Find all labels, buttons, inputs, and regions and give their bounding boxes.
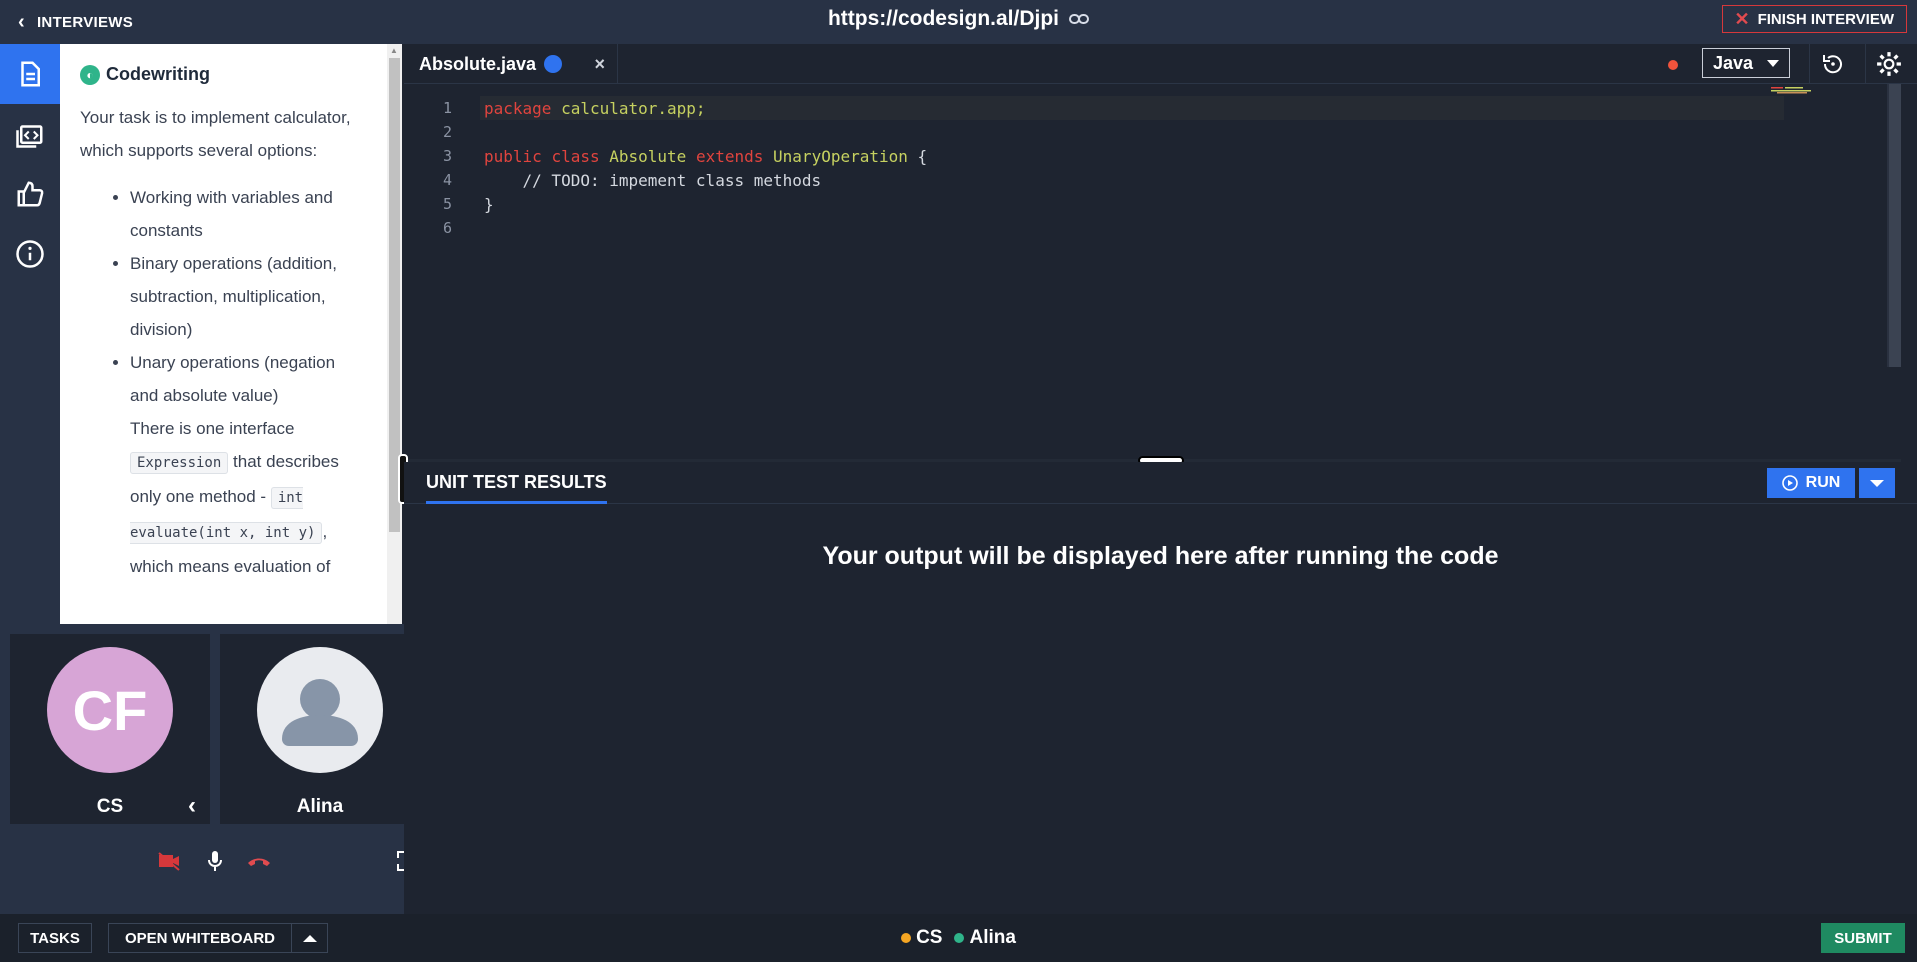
rail-item-feedback[interactable] xyxy=(0,164,60,224)
finish-label: FINISH INTERVIEW xyxy=(1757,10,1894,28)
status-dot xyxy=(901,933,912,943)
task-interface-paragraph: There is one interface Expression that d… xyxy=(130,412,367,583)
camera-off-button[interactable] xyxy=(154,846,184,876)
presence-item: Alina xyxy=(954,927,1016,949)
submit-button[interactable]: SUBMIT xyxy=(1821,923,1905,953)
code-line: 2 xyxy=(404,120,1901,144)
results-body: Your output will be displayed here after… xyxy=(404,504,1917,914)
tab-label: Absolute.java xyxy=(419,53,537,74)
para-text: There is one interface xyxy=(130,419,295,438)
rail-item-info[interactable] xyxy=(0,224,60,284)
chevron-down-icon xyxy=(1870,479,1884,487)
scroll-up-icon[interactable]: ▲ xyxy=(390,46,398,55)
task-title: ◐ Codewriting xyxy=(80,64,367,85)
line-number: 2 xyxy=(442,123,452,141)
rail-item-task[interactable] xyxy=(0,44,60,104)
chevron-down-icon xyxy=(1767,59,1779,67)
camera-off-icon xyxy=(158,852,180,871)
tab-absolute-java[interactable]: Absolute.java × xyxy=(404,44,618,84)
participant-name: Alina xyxy=(296,796,344,817)
hang-up-button[interactable] xyxy=(244,846,274,876)
list-item: Working with variables and constants xyxy=(130,181,367,247)
code-minimap[interactable] xyxy=(1771,86,1851,94)
task-intro: Your task is to implement calculator, wh… xyxy=(80,108,351,160)
history-icon xyxy=(1822,55,1842,74)
hang-up-icon xyxy=(248,858,270,866)
video-tile-cs: CF CS ‹ xyxy=(10,634,210,824)
microphone-button[interactable] xyxy=(200,846,230,876)
avatar xyxy=(257,647,383,773)
copy-link-icon[interactable] xyxy=(1069,9,1089,30)
line-number: 4 xyxy=(442,171,452,189)
gear-icon xyxy=(1876,52,1901,76)
presence-item: CS xyxy=(901,927,942,949)
results-placeholder: Your output will be displayed here after… xyxy=(822,542,1499,570)
video-tile-alina: Alina xyxy=(220,634,420,824)
video-call-panel: CF CS ‹ Alina xyxy=(0,624,429,914)
participant-name: CS xyxy=(96,796,124,817)
task-description-panel: ◐ Codewriting Your task is to implement … xyxy=(60,44,387,624)
tab-unit-test-results[interactable]: UNIT TEST RESULTS xyxy=(426,472,607,504)
settings-button[interactable] xyxy=(1865,44,1911,84)
code-line: 5 } xyxy=(404,192,1901,216)
code-line: 3 public class Absolute extends UnaryOpe… xyxy=(404,144,1901,168)
task-bullet-list: Working with variables and constants Bin… xyxy=(130,181,367,412)
presence-name: Alina xyxy=(969,927,1016,948)
run-label: RUN xyxy=(1805,474,1841,491)
left-icon-rail xyxy=(0,44,60,624)
code-line: 6 xyxy=(404,216,1901,240)
finish-interview-button[interactable]: ✕ FINISH INTERVIEW xyxy=(1721,5,1907,33)
language-select[interactable]: Java xyxy=(1702,48,1790,78)
task-body: Your task is to implement calculator, wh… xyxy=(80,101,367,583)
code-editor[interactable]: 1 package calculator.app; 2 3 public cla… xyxy=(404,84,1901,459)
unsaved-indicator xyxy=(1668,60,1678,70)
close-icon: ✕ xyxy=(1734,8,1750,29)
language-value: Java xyxy=(1713,52,1754,73)
line-number: 5 xyxy=(442,195,452,213)
results-header: UNIT TEST RESULTS RUN xyxy=(404,462,1917,504)
call-controls xyxy=(0,846,429,880)
status-dot xyxy=(954,933,965,943)
scrollbar-thumb[interactable] xyxy=(1889,84,1901,367)
run-button[interactable]: RUN xyxy=(1767,468,1855,498)
session-url-text: https://codesign.al/Djpi xyxy=(827,7,1059,30)
codewriting-icon: ◐ xyxy=(80,64,100,85)
line-number: 3 xyxy=(442,147,452,165)
chevron-left-icon[interactable]: ‹ xyxy=(188,792,196,820)
avatar: CF xyxy=(47,647,173,773)
session-url: https://codesign.al/Djpi xyxy=(0,0,1917,38)
run-options-button[interactable] xyxy=(1859,468,1895,498)
thumbs-up-icon xyxy=(17,181,44,207)
task-panel-scrollbar[interactable]: ▲ xyxy=(387,44,402,624)
presence-name: CS xyxy=(916,927,943,948)
microphone-icon xyxy=(208,851,222,871)
task-title-text: Codewriting xyxy=(106,64,210,84)
line-number: 1 xyxy=(442,99,452,117)
close-tab-icon[interactable]: × xyxy=(594,54,605,75)
presence-indicators: CS Alina xyxy=(0,914,1917,962)
code-review-icon xyxy=(16,125,43,148)
task-icon xyxy=(21,61,40,87)
editor-tab-bar: Absolute.java × Java xyxy=(404,44,1917,84)
code-line: 4 // TODO: impement class methods xyxy=(404,168,1901,192)
rail-item-code-review[interactable] xyxy=(0,104,60,164)
user-placeholder-icon xyxy=(282,679,358,746)
bottom-bar: TASKS OPEN WHITEBOARD CS Alina SUBMIT xyxy=(0,914,1917,962)
code-line: 1 package calculator.app; xyxy=(404,96,1901,120)
list-item: Binary operations (addition, subtraction… xyxy=(130,247,367,346)
inline-code: Expression xyxy=(130,452,229,474)
line-number: 6 xyxy=(442,219,452,237)
play-icon xyxy=(1781,475,1798,491)
list-item: Unary operations (negation and absolute … xyxy=(130,346,367,412)
editor-scrollbar[interactable] xyxy=(1887,84,1901,367)
info-icon xyxy=(16,240,44,268)
reset-code-button[interactable] xyxy=(1809,44,1855,84)
user-icon xyxy=(544,55,563,73)
top-bar: ‹ INTERVIEWS https://codesign.al/Djpi ✕ … xyxy=(0,0,1917,44)
